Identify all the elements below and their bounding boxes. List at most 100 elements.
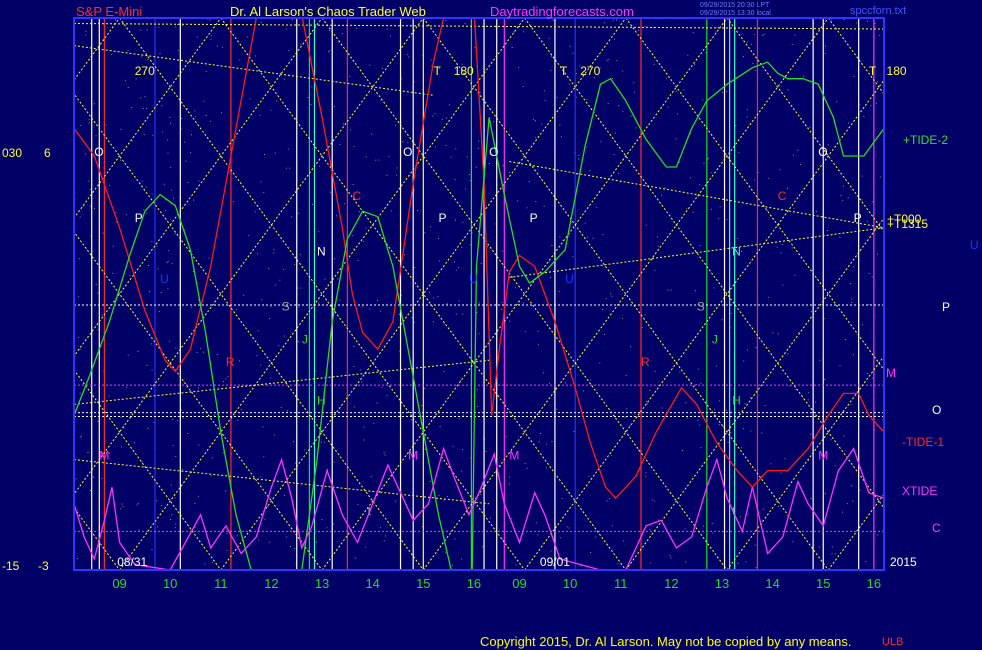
- grid-dot: [205, 114, 207, 116]
- grid-dot: [575, 96, 577, 98]
- grid-dot: [270, 109, 272, 111]
- grid-dot: [537, 534, 539, 536]
- grid-dot: [310, 104, 312, 106]
- grid-dot: [824, 492, 826, 494]
- grid-dot: [77, 558, 78, 560]
- grid-dot: [221, 112, 222, 114]
- grid-dot: [815, 211, 817, 213]
- grid-dot: [283, 268, 285, 270]
- grid-dot: [170, 166, 172, 168]
- grid-dot: [522, 86, 524, 87]
- grid-dot: [232, 201, 234, 203]
- grid-dot: [679, 371, 681, 373]
- grid-dot: [287, 148, 289, 150]
- grid-dot: [867, 20, 868, 22]
- grid-dot: [476, 389, 478, 391]
- grid-dot: [874, 23, 876, 24]
- grid-dot: [569, 45, 571, 47]
- grid-dot: [385, 535, 386, 537]
- grid-dot: [834, 465, 836, 467]
- grid-dot: [722, 426, 724, 428]
- left-axis-top-b: 6: [44, 146, 51, 160]
- grid-dot: [842, 511, 844, 513]
- grid-dot: [871, 276, 873, 278]
- grid-dot: [430, 59, 432, 61]
- grid-dot: [524, 331, 526, 333]
- label-p: P: [942, 300, 951, 314]
- grid-dot: [629, 425, 631, 426]
- grid-dot: [626, 408, 628, 410]
- grid-dot: [761, 432, 763, 434]
- grid-dot: [383, 540, 385, 542]
- grid-dot: [808, 416, 810, 417]
- plot-area: [74, 18, 884, 570]
- grid-dot: [151, 369, 153, 371]
- grid-dot: [353, 345, 355, 347]
- grid-dot: [551, 55, 552, 57]
- grid-dot: [635, 127, 637, 129]
- grid-dot: [408, 56, 410, 58]
- grid-dot: [809, 126, 811, 128]
- grid-dot: [226, 533, 228, 535]
- grid-dot: [286, 536, 288, 538]
- grid-dot: [256, 355, 258, 357]
- grid-dot: [240, 409, 242, 411]
- grid-dot: [551, 244, 553, 246]
- grid-dot: [717, 218, 719, 220]
- grid-dot: [645, 400, 647, 402]
- grid-dot: [868, 273, 870, 274]
- grid-dot: [254, 55, 256, 57]
- top-mark: 270: [135, 64, 155, 78]
- grid-dot: [524, 463, 526, 465]
- grid-dot: [387, 28, 389, 30]
- x-tick-label: 11: [614, 576, 628, 591]
- chaos-chart: OPURSNJHCOPOUPURSJNHCOPM M M Mt t270 T 180 T 270…: [73, 17, 907, 591]
- grid-dot: [156, 245, 158, 247]
- grid-dot: [121, 446, 123, 448]
- grid-dot: [274, 152, 276, 154]
- grid-dot: [142, 108, 144, 109]
- grid-dot: [622, 540, 624, 542]
- grid-dot: [89, 205, 91, 207]
- grid-dot: [198, 299, 199, 301]
- grid-dot: [182, 417, 184, 419]
- grid-dot: [455, 148, 457, 150]
- grid-dot: [697, 368, 699, 370]
- grid-dot: [180, 409, 182, 411]
- grid-dot: [126, 386, 128, 388]
- grid-dot: [612, 78, 614, 79]
- grid-dot: [414, 267, 416, 268]
- grid-dot: [329, 50, 331, 52]
- gann-line: [74, 359, 490, 405]
- grid-dot: [434, 113, 436, 115]
- grid-dot: [424, 448, 426, 450]
- site-url[interactable]: Daytradingforecasts.com: [490, 4, 634, 19]
- grid-dot: [606, 500, 608, 502]
- grid-dot: [264, 154, 265, 155]
- grid-dot: [610, 455, 612, 457]
- grid-dot: [505, 436, 507, 438]
- grid-dot: [610, 293, 612, 295]
- grid-dot: [290, 546, 291, 547]
- grid-dot: [131, 140, 133, 142]
- grid-dot: [258, 539, 260, 541]
- grid-dot: [339, 143, 341, 145]
- grid-dot: [865, 561, 867, 562]
- grid-dot: [177, 420, 179, 422]
- grid-dot: [752, 62, 754, 64]
- grid-dot: [225, 378, 227, 380]
- grid-dot: [120, 508, 122, 510]
- x-tick-label: 13: [715, 576, 729, 591]
- grid-dot: [721, 92, 723, 94]
- grid-dot: [787, 89, 789, 91]
- chart-stage: O P U R S N J H C O P O U P U R S J N H C O P M M M Mt t 270 T 180 T 270…: [0, 0, 982, 650]
- grid-dot: [316, 541, 317, 543]
- chart-letter: U: [469, 272, 478, 286]
- grid-dot: [421, 404, 423, 406]
- label-tide-2: +TIDE-2: [903, 133, 949, 147]
- grid-dot: [725, 409, 727, 411]
- grid-dot: [447, 495, 448, 497]
- grid-dot: [404, 254, 405, 256]
- grid-dot: [474, 46, 476, 48]
- grid-dot: [92, 476, 94, 478]
